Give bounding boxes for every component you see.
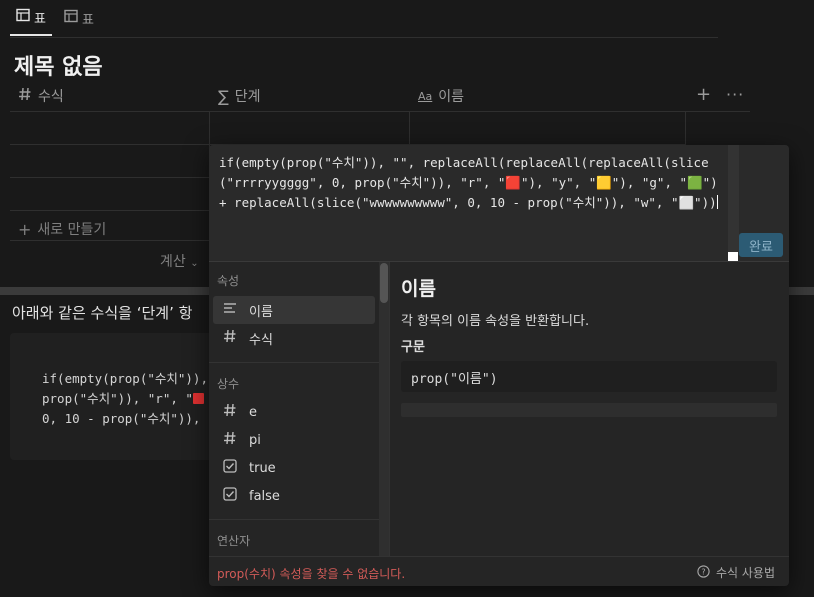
- section-heading-operators: 연산자: [217, 534, 251, 548]
- sigma-icon: ∑: [218, 86, 229, 106]
- doc-example-placeholder: [401, 403, 777, 417]
- new-row-button[interactable]: + 새로 만들기: [18, 219, 106, 239]
- list-item-constant-false[interactable]: false: [213, 482, 375, 510]
- table-icon: [16, 8, 30, 26]
- doc-syntax-example: prop("이름"): [401, 361, 777, 392]
- formula-editor: if(empty(prop("수치")), "", replaceAll(rep…: [209, 145, 789, 586]
- red-square-icon: [192, 393, 204, 404]
- input-scrollbar[interactable]: [728, 145, 739, 255]
- tab-table-1[interactable]: 표: [10, 0, 52, 36]
- column-label: 이름: [438, 89, 465, 105]
- calculate-dropdown[interactable]: 계산 ⌄: [160, 251, 199, 271]
- column-label: 단계: [234, 89, 261, 105]
- item-label: true: [249, 460, 276, 476]
- list-separator: [209, 362, 379, 363]
- code-content: if(empty(prop("수치")), prop("수치")), "r", …: [42, 369, 208, 429]
- documentation-panel: 이름 각 항목의 이름 속성을 반환합니다. 구문 prop("이름"): [390, 262, 789, 556]
- text-lines-icon: [223, 302, 237, 318]
- input-resize-handle[interactable]: [728, 252, 738, 261]
- formula-input[interactable]: if(empty(prop("수치")), "", replaceAll(rep…: [219, 153, 724, 213]
- section-heading-properties: 속성: [217, 274, 240, 288]
- list-item-name-property[interactable]: 이름: [213, 296, 375, 324]
- text-aa-icon: Aa: [418, 89, 433, 103]
- hash-icon: [223, 431, 237, 449]
- checkbox-icon: [223, 459, 237, 477]
- table-header: 수식 ∑ 단계 Aa 이름 + ···: [10, 82, 750, 112]
- reference-list: 속성 이름 수식 상수 e pi true false 연산자: [209, 262, 389, 556]
- tab-label: 표: [34, 11, 46, 27]
- chevron-down-icon: ⌄: [190, 258, 199, 269]
- item-label: 수식: [249, 332, 273, 348]
- add-column-button[interactable]: +: [696, 86, 711, 104]
- checkbox-icon: [223, 487, 237, 505]
- table-row[interactable]: [10, 112, 686, 145]
- formula-text: if(empty(prop("수치")), "", replaceAll(rep…: [219, 155, 726, 210]
- column-header-stage[interactable]: ∑ 단계: [218, 82, 261, 110]
- formula-input-area[interactable]: if(empty(prop("수치")), "", replaceAll(rep…: [209, 145, 789, 262]
- editor-footer: prop(수치) 속성을 찾을 수 없습니다. ? 수식 사용법: [209, 556, 789, 586]
- column-header-formula[interactable]: 수식: [18, 82, 64, 110]
- item-label: pi: [249, 432, 261, 448]
- more-options-button[interactable]: ···: [726, 86, 744, 104]
- list-scrollbar[interactable]: [379, 262, 389, 556]
- table-icon: [64, 9, 78, 27]
- text-cursor: [716, 195, 718, 209]
- paragraph-text: 아래와 같은 수식을 ‘단계’ 항: [12, 304, 193, 322]
- item-label: false: [249, 488, 280, 504]
- list-scrollbar-thumb[interactable]: [380, 263, 388, 303]
- error-message: prop(수치) 속성을 찾을 수 없습니다.: [217, 567, 406, 581]
- new-row-label: 새로 만들기: [37, 222, 107, 238]
- doc-title: 이름: [401, 278, 436, 300]
- column-header-name[interactable]: Aa 이름: [418, 82, 464, 110]
- code-line-3: 0, 10 - prop("수치")),: [42, 411, 201, 426]
- section-heading-constants: 상수: [217, 377, 240, 391]
- question-circle-icon: ?: [697, 564, 710, 581]
- doc-description: 각 항목의 이름 속성을 반환합니다.: [401, 314, 590, 329]
- help-label: 수식 사용법: [715, 566, 775, 580]
- page-title[interactable]: 제목 없음: [14, 49, 103, 81]
- calculate-label: 계산: [160, 254, 186, 270]
- code-line-2: prop("수치")), "r", ": [42, 391, 193, 406]
- view-tabs: 표 표: [10, 0, 100, 38]
- hash-icon: [223, 403, 237, 421]
- column-label: 수식: [38, 89, 64, 105]
- tab-label: 표: [81, 12, 94, 28]
- item-label: 이름: [249, 304, 273, 320]
- done-button[interactable]: 완료: [739, 233, 783, 257]
- help-link[interactable]: ? 수식 사용법: [697, 564, 775, 581]
- list-item-formula-property[interactable]: 수식: [213, 324, 375, 352]
- list-item-constant-e[interactable]: e: [213, 398, 375, 426]
- item-label: e: [249, 404, 257, 420]
- code-block: if(empty(prop("수치")), prop("수치")), "r", …: [10, 333, 220, 460]
- tab-table-2[interactable]: 표: [58, 0, 100, 36]
- list-item-constant-pi[interactable]: pi: [213, 426, 375, 454]
- tab-divider: [10, 37, 718, 38]
- list-item-constant-true[interactable]: true: [213, 454, 375, 482]
- code-line-1: if(empty(prop("수치")),: [42, 371, 208, 386]
- plus-icon: +: [18, 219, 32, 239]
- doc-syntax-heading: 구문: [401, 340, 425, 355]
- svg-text:?: ?: [701, 567, 705, 576]
- hash-icon: [223, 329, 237, 347]
- hash-icon: [18, 87, 32, 105]
- list-separator: [209, 519, 379, 520]
